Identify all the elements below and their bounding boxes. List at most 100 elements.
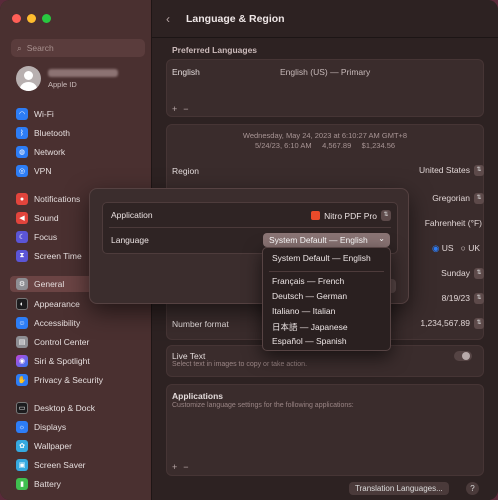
application-label: Application xyxy=(111,210,153,220)
temperature-popup[interactable]: Fahrenheit (°F) xyxy=(425,218,482,228)
stepper-icon: ⇅ xyxy=(381,210,391,221)
application-popup[interactable]: Nitro PDF Pro ⇅ xyxy=(311,210,391,221)
sidebar-item-network[interactable]: ◍ Network xyxy=(16,145,65,159)
calendar-popup[interactable]: Gregorian ⇅ xyxy=(432,193,484,205)
speaker-icon: ◀ xyxy=(16,212,28,224)
translation-languages-button[interactable]: Translation Languages... xyxy=(349,482,449,495)
sidebar-item-label: Displays xyxy=(34,422,67,432)
sidebar-item-appearance[interactable]: ◐ Appearance xyxy=(16,297,80,311)
stepper-icon: ⇅ xyxy=(474,293,484,305)
number-format-label: Number format xyxy=(172,319,229,329)
first-day-value: Sunday xyxy=(441,268,470,278)
measurement-uk[interactable]: UK xyxy=(468,243,480,253)
menu-separator xyxy=(269,271,384,272)
minimize-button[interactable] xyxy=(27,14,36,23)
avatar xyxy=(16,66,41,91)
search-placeholder: Search xyxy=(26,43,54,53)
profile-subtitle: Apple ID xyxy=(48,79,77,89)
menu-item-system-default[interactable]: System Default — English xyxy=(272,253,371,263)
profile-name-redacted xyxy=(48,68,118,77)
application-add-remove[interactable]: +− xyxy=(172,462,195,472)
sidebar-item-wallpaper[interactable]: ✿ Wallpaper xyxy=(16,439,72,453)
sidebar-item-desktop-dock[interactable]: ▭ Desktop & Dock xyxy=(16,401,95,415)
stepper-icon: ⇅ xyxy=(474,318,484,330)
sidebar-item-vpn[interactable]: ◎ VPN xyxy=(16,164,51,178)
hourglass-icon: ⧗ xyxy=(16,250,28,262)
preferred-language-name[interactable]: English xyxy=(172,67,200,77)
number-format-popup[interactable]: 1,234,567.89 ⇅ xyxy=(420,318,484,330)
sidebar-item-label: Wallpaper xyxy=(34,441,72,451)
wifi-icon: ◠ xyxy=(16,108,28,120)
siri-icon: ◉ xyxy=(16,355,28,367)
sidebar-item-battery[interactable]: ▮ Battery xyxy=(16,477,61,491)
battery-icon: ▮ xyxy=(16,478,28,490)
search-field[interactable]: ⌕ Search xyxy=(11,39,145,57)
dock-icon: ▭ xyxy=(16,402,28,414)
settings-window: ⌕ Search Apple ID ◠ Wi-Fi ᛒ Bluetooth ◍ … xyxy=(0,0,498,500)
language-popup[interactable]: System Default — English ⌄ xyxy=(263,233,390,247)
menu-item-spanish[interactable]: Español — Spanish xyxy=(272,336,347,346)
sidebar-item-label: Screen Saver xyxy=(34,460,86,470)
number-format-value: 1,234,567.89 xyxy=(420,318,470,328)
stepper-icon: ⇅ xyxy=(474,193,484,205)
live-text-toggle[interactable] xyxy=(454,351,472,361)
menu-item-french[interactable]: Français — French xyxy=(272,276,344,286)
menu-item-german[interactable]: Deutsch — German xyxy=(272,291,347,301)
sidebar-item-label: Bluetooth xyxy=(34,128,70,138)
menu-item-japanese[interactable]: 日本語 — Japanese xyxy=(272,321,348,333)
applications-hint: Customize language settings for the foll… xyxy=(172,402,354,409)
accessibility-icon: ☺ xyxy=(16,317,28,329)
live-text-title: Live Text xyxy=(172,351,206,361)
sidebar-item-screen-saver[interactable]: ▣ Screen Saver xyxy=(16,458,86,472)
sidebar-item-siri[interactable]: ◉ Siri & Spotlight xyxy=(16,354,90,368)
close-button[interactable] xyxy=(12,14,21,23)
appearance-icon: ◐ xyxy=(16,298,28,310)
zoom-button[interactable] xyxy=(42,14,51,23)
chevron-left-icon[interactable]: ‹ xyxy=(166,12,170,26)
measurement-radio-group[interactable]: ◉ US ○ UK xyxy=(432,243,480,254)
stepper-icon: ⇅ xyxy=(474,165,484,177)
language-add-remove[interactable]: +− xyxy=(172,104,195,114)
preferred-language-detail: English (US) — Primary xyxy=(280,67,371,77)
sidebar-item-displays[interactable]: ☼ Displays xyxy=(16,420,66,434)
radio-selected-icon: ◉ xyxy=(431,243,440,253)
sidebar-item-label: Control Center xyxy=(34,337,90,347)
first-day-popup[interactable]: Sunday ⇅ xyxy=(441,268,484,280)
sidebar-item-wifi[interactable]: ◠ Wi-Fi xyxy=(16,107,54,121)
sidebar-item-label: Screen Time xyxy=(34,251,82,261)
live-text-hint: Select text in images to copy or take ac… xyxy=(172,361,308,368)
sidebar-item-bluetooth[interactable]: ᛒ Bluetooth xyxy=(16,126,70,140)
help-button[interactable]: ? xyxy=(466,482,479,495)
radio-unselected-icon: ○ xyxy=(460,243,466,253)
date-format-popup[interactable]: 8/19/23 ⇅ xyxy=(442,293,484,305)
region-popup[interactable]: United States ⇅ xyxy=(418,165,484,177)
sidebar-item-accessibility[interactable]: ☺ Accessibility xyxy=(16,316,80,330)
sidebar-item-control-center[interactable]: ▤ Control Center xyxy=(16,335,89,349)
sidebar-item-label: Notifications xyxy=(34,194,81,204)
sidebar-item-screen-time[interactable]: ⧗ Screen Time xyxy=(16,249,82,263)
sidebar-item-notifications[interactable]: ● Notifications xyxy=(16,192,80,206)
language-label: Language xyxy=(111,235,149,245)
sidebar-item-sound[interactable]: ◀ Sound xyxy=(16,211,59,225)
language-menu: System Default — English Français — Fren… xyxy=(262,247,391,351)
application-value: Nitro PDF Pro xyxy=(324,210,377,221)
sidebar-item-focus[interactable]: ☾ Focus xyxy=(16,230,57,244)
bluetooth-icon: ᛒ xyxy=(16,127,28,139)
apple-id-profile[interactable]: Apple ID xyxy=(16,66,118,91)
format-preview-line1: Wednesday, May 24, 2023 at 6:10:27 AM GM… xyxy=(242,131,408,140)
vpn-icon: ◎ xyxy=(16,165,28,177)
gear-icon: ⚙ xyxy=(16,278,28,290)
nitro-pdf-icon xyxy=(311,211,321,220)
sidebar-item-label: Wi-Fi xyxy=(34,109,54,119)
menu-item-italian[interactable]: Italiano — Italian xyxy=(272,306,335,316)
bell-icon: ● xyxy=(16,193,28,205)
measurement-us[interactable]: US xyxy=(442,243,454,253)
sidebar-item-label: Accessibility xyxy=(34,318,81,328)
sidebar-item-label: Focus xyxy=(34,232,58,242)
region-value: United States xyxy=(418,165,470,175)
sidebar-item-label: VPN xyxy=(34,166,52,176)
screensaver-icon: ▣ xyxy=(16,459,28,471)
display-icon: ☼ xyxy=(16,421,28,433)
moon-icon: ☾ xyxy=(16,231,28,243)
sidebar-item-privacy[interactable]: ✋ Privacy & Security xyxy=(16,373,103,387)
